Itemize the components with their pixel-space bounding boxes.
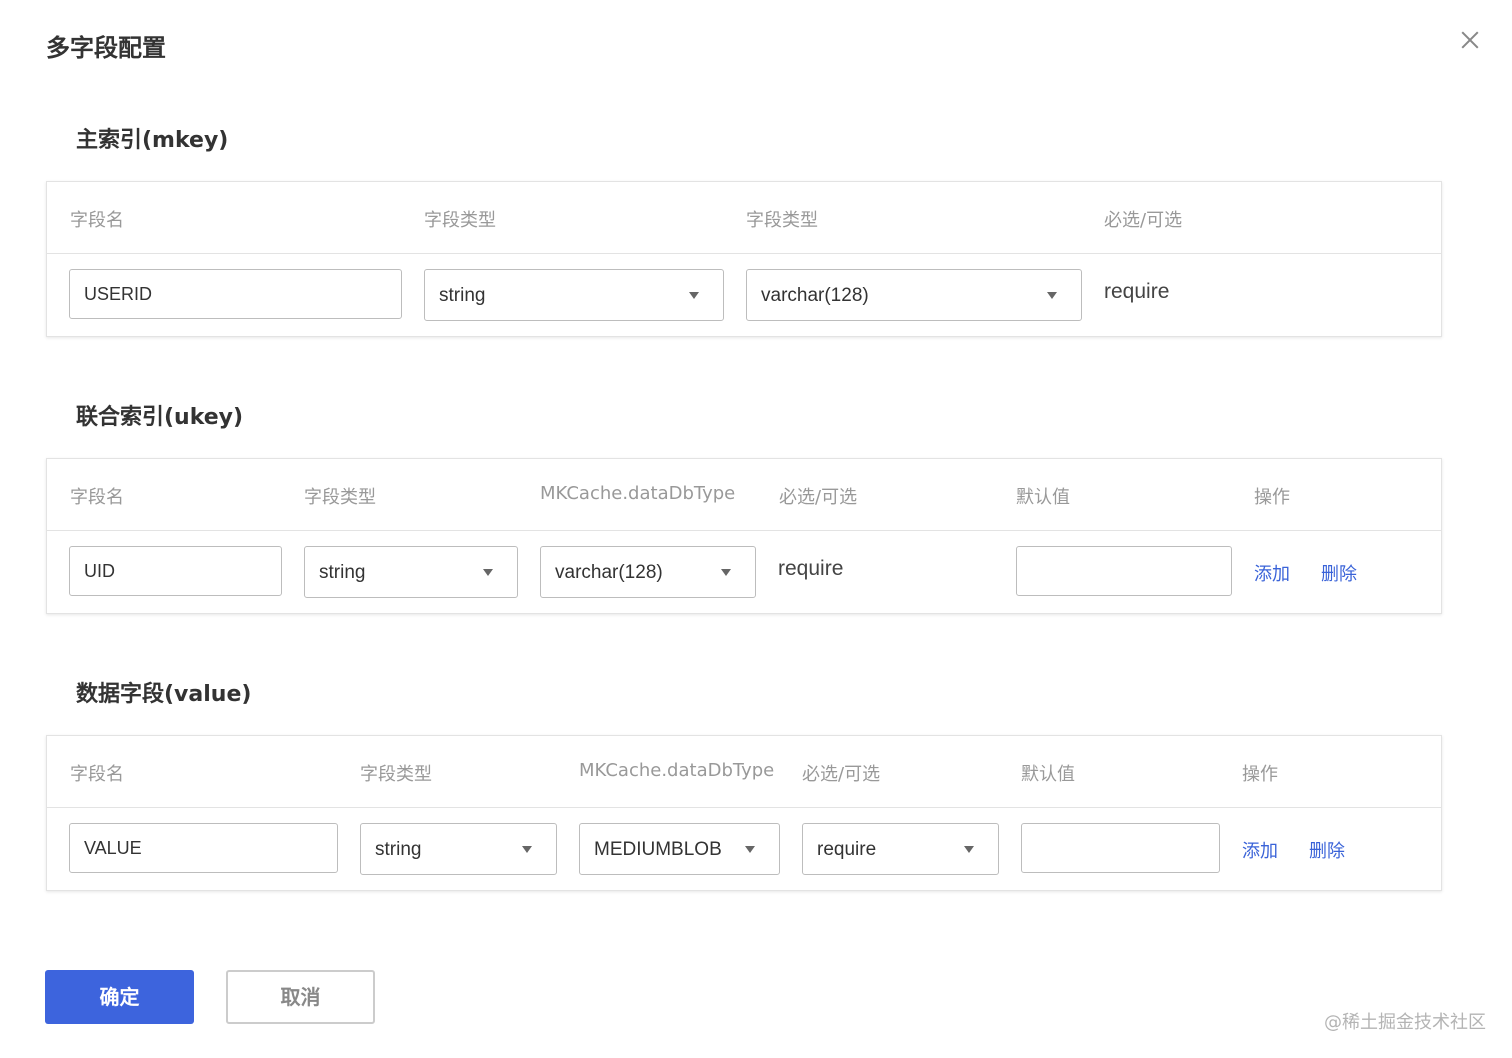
table-header: 字段名 字段类型 MKCache.dataDbType 必选/可选 默认值 操作 [47, 736, 1441, 808]
field-type-select[interactable]: string [360, 823, 557, 875]
chevron-down-icon [689, 292, 699, 299]
delete-link[interactable]: 删除 [1309, 837, 1345, 863]
ukey-table: 字段名 字段类型 MKCache.dataDbType 必选/可选 默认值 操作… [46, 458, 1442, 614]
select-value: varchar(128) [761, 285, 869, 306]
select-value: string [375, 839, 422, 860]
mkey-table: 字段名 字段类型 字段类型 必选/可选 USERID string varcha… [46, 181, 1442, 337]
chevron-down-icon [721, 569, 731, 576]
header-db-type: MKCache.dataDbType [579, 760, 775, 781]
chevron-down-icon [522, 846, 532, 853]
header-field-type: 字段类型 [360, 764, 432, 785]
section-title-mkey: 主索引(mkey) [76, 128, 229, 153]
header-field-type: 字段类型 [424, 210, 496, 231]
select-value: string [439, 285, 486, 306]
select-value: MEDIUMBLOB [594, 839, 722, 860]
cancel-button[interactable]: 取消 [226, 970, 375, 1024]
table-header: 字段名 字段类型 MKCache.dataDbType 必选/可选 默认值 操作 [47, 459, 1441, 531]
header-required: 必选/可选 [802, 764, 881, 785]
header-field-name: 字段名 [70, 210, 124, 231]
delete-link[interactable]: 删除 [1321, 560, 1357, 586]
default-value-input[interactable] [1016, 546, 1232, 596]
chevron-down-icon [964, 846, 974, 853]
header-default: 默认值 [1016, 487, 1070, 508]
field-name-input[interactable]: UID [69, 546, 282, 596]
field-name-input[interactable]: USERID [69, 269, 402, 319]
dialog-title: 多字段配置 [46, 34, 166, 62]
add-link[interactable]: 添加 [1254, 560, 1290, 586]
header-db-type: MKCache.dataDbType [540, 483, 736, 504]
header-actions: 操作 [1242, 764, 1278, 785]
chevron-down-icon [1047, 292, 1057, 299]
header-field-type: 字段类型 [304, 487, 376, 508]
table-header: 字段名 字段类型 字段类型 必选/可选 [47, 182, 1441, 254]
required-text: require [1104, 280, 1170, 303]
section-title-value: 数据字段(value) [76, 682, 252, 707]
select-value: varchar(128) [555, 562, 663, 583]
header-db-type: 字段类型 [746, 210, 818, 231]
required-text: require [778, 557, 844, 580]
confirm-button[interactable]: 确定 [45, 970, 194, 1024]
watermark: @稀土掘金技术社区 [1324, 1012, 1486, 1033]
select-value: require [817, 839, 877, 860]
db-type-select[interactable]: varchar(128) [746, 269, 1082, 321]
default-value-input[interactable] [1021, 823, 1220, 873]
value-table: 字段名 字段类型 MKCache.dataDbType 必选/可选 默认值 操作… [46, 735, 1442, 891]
chevron-down-icon [745, 846, 755, 853]
header-required: 必选/可选 [779, 487, 858, 508]
field-name-input[interactable]: VALUE [69, 823, 338, 873]
table-row: VALUE string MEDIUMBLOB require 添加 删除 [47, 808, 1441, 890]
section-title-ukey: 联合索引(ukey) [76, 405, 244, 430]
field-type-select[interactable]: string [304, 546, 518, 598]
close-icon[interactable] [1456, 26, 1484, 54]
chevron-down-icon [483, 569, 493, 576]
db-type-select[interactable]: varchar(128) [540, 546, 756, 598]
table-row: UID string varchar(128) require 添加 删除 [47, 531, 1441, 613]
table-row: USERID string varchar(128) require [47, 254, 1441, 336]
db-type-select[interactable]: MEDIUMBLOB [579, 823, 780, 875]
add-link[interactable]: 添加 [1242, 837, 1278, 863]
header-field-name: 字段名 [70, 487, 124, 508]
header-default: 默认值 [1021, 764, 1075, 785]
field-type-select[interactable]: string [424, 269, 724, 321]
header-actions: 操作 [1254, 487, 1290, 508]
select-value: string [319, 562, 366, 583]
header-required: 必选/可选 [1104, 210, 1183, 231]
header-field-name: 字段名 [70, 764, 124, 785]
required-select[interactable]: require [802, 823, 999, 875]
